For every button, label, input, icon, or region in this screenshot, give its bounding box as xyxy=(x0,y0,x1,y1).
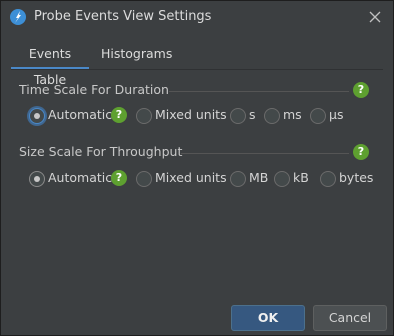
window-title: Probe Events View Settings xyxy=(34,9,212,24)
title-bar: Probe Events View Settings xyxy=(1,1,393,33)
help-icon[interactable]: ? xyxy=(353,144,369,160)
tab-divider xyxy=(11,69,383,70)
help-icon[interactable]: ? xyxy=(111,107,127,123)
ok-button[interactable]: OK xyxy=(231,305,305,331)
help-icon[interactable]: ? xyxy=(353,82,369,98)
close-icon xyxy=(369,11,381,23)
settings-dialog: Probe Events View Settings Events Table … xyxy=(0,0,394,336)
time-scale-title: Time Scale For Duration xyxy=(19,82,169,97)
close-button[interactable] xyxy=(363,5,387,29)
help-icon[interactable]: ? xyxy=(111,170,127,186)
probe-app-icon xyxy=(10,9,26,25)
cancel-button[interactable]: Cancel xyxy=(313,305,387,331)
size-scale-divider xyxy=(181,153,349,154)
time-scale-section: Time Scale For Duration ? xyxy=(19,82,371,100)
size-scale-section: Size Scale For Throughput ? xyxy=(19,144,371,162)
tab-histograms[interactable]: Histograms xyxy=(101,41,172,67)
size-scale-title: Size Scale For Throughput xyxy=(19,144,183,159)
tab-events-table[interactable]: Events Table xyxy=(11,41,89,87)
time-scale-divider xyxy=(169,91,349,92)
